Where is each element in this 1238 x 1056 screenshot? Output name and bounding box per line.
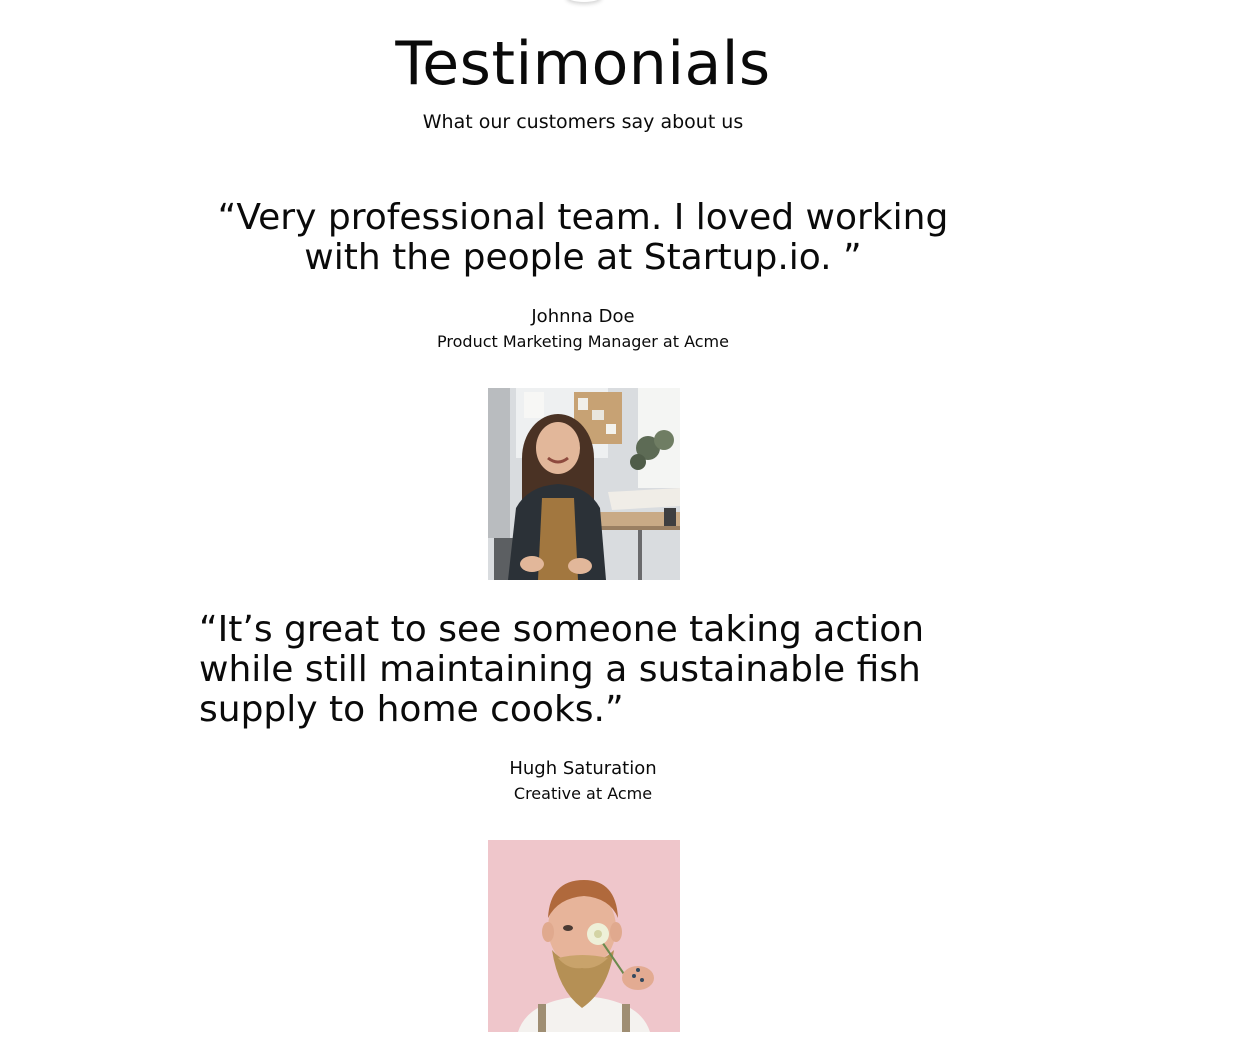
- testimonial-quote: “It’s great to see someone taking action…: [199, 609, 925, 730]
- testimonial-author: Hugh Saturation Creative at Acme: [0, 757, 1166, 806]
- section-subtitle: What our customers say about us: [422, 111, 744, 133]
- author-photo: [488, 840, 680, 1032]
- top-scroll-indicator: [566, 0, 602, 2]
- author-role: Creative at Acme: [513, 784, 653, 803]
- testimonials-page: Testimonials What our customers say abou…: [0, 0, 1238, 1056]
- section-header: Testimonials What our customers say abou…: [0, 30, 1166, 134]
- author-name: Hugh Saturation: [509, 758, 657, 779]
- author-role: Product Marketing Manager at Acme: [437, 332, 729, 351]
- author-name: Johnna Doe: [531, 306, 635, 327]
- section-title: Testimonials: [395, 29, 771, 99]
- testimonial-author: Johnna Doe Product Marketing Manager at …: [0, 305, 1166, 354]
- testimonial-quote: “Very professional team. I loved working…: [217, 197, 949, 278]
- author-photo: [488, 388, 680, 580]
